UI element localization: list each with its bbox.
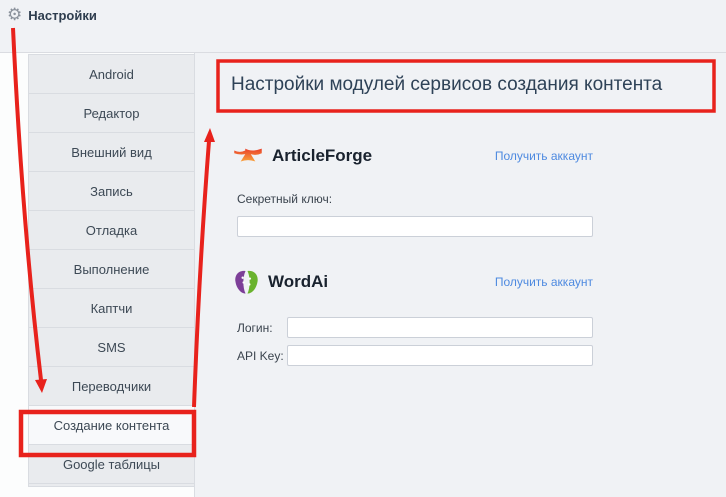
sidebar-item-debug[interactable]: Отладка xyxy=(28,210,195,250)
wordai-module-name: WordAi xyxy=(268,272,329,291)
brain-head-icon xyxy=(234,270,259,295)
wordai-get-account-link[interactable]: Получить аккаунт xyxy=(495,275,593,289)
api-key-input[interactable] xyxy=(287,345,593,366)
secret-key-input[interactable] xyxy=(237,216,593,237)
wordai-module-header: WordAi Получить аккаунт xyxy=(234,268,593,296)
sidebar-item-editor[interactable]: Редактор xyxy=(28,93,195,133)
articleforge-module-name: ArticleForge xyxy=(272,146,373,165)
settings-header-label: Настройки xyxy=(28,8,97,23)
articleforge-get-account-link[interactable]: Получить аккаунт xyxy=(495,149,593,163)
login-label: Логин: xyxy=(237,321,273,335)
sidebar-item-captcha[interactable]: Каптчи xyxy=(28,288,195,328)
secret-key-label: Секретный ключ: xyxy=(237,192,333,206)
articleforge-module-header: ArticleForge Получить аккаунт xyxy=(233,142,593,170)
page-title: Настройки модулей сервисов создания конт… xyxy=(231,74,663,95)
sidebar-item-translators[interactable]: Переводчики xyxy=(28,366,195,406)
sidebar-item-execution[interactable]: Выполнение xyxy=(28,249,195,289)
arrow-to-title xyxy=(192,140,211,408)
sidebar-item-android[interactable]: Android xyxy=(28,54,195,94)
sidebar-item-sms[interactable]: SMS xyxy=(28,327,195,367)
sidebar-item-recording[interactable]: Запись xyxy=(28,171,195,211)
api-key-label: API Key: xyxy=(237,349,284,363)
settings-header: ⚙ Настройки xyxy=(0,0,726,52)
anvil-icon xyxy=(233,145,263,167)
sidebar-menu: Android Редактор Внешний вид Запись Отла… xyxy=(28,54,195,487)
settings-sidebar: Android Редактор Внешний вид Запись Отла… xyxy=(0,53,195,497)
arrow-to-title-head xyxy=(204,128,215,142)
sidebar-item-partial[interactable] xyxy=(28,483,195,487)
gear-icon: ⚙ xyxy=(7,5,23,24)
sidebar-item-google-sheets[interactable]: Google таблицы xyxy=(28,444,195,484)
sidebar-item-appearance[interactable]: Внешний вид xyxy=(28,132,195,172)
sidebar-item-content-creation[interactable]: Создание контента xyxy=(28,405,195,445)
login-input[interactable] xyxy=(287,317,593,338)
